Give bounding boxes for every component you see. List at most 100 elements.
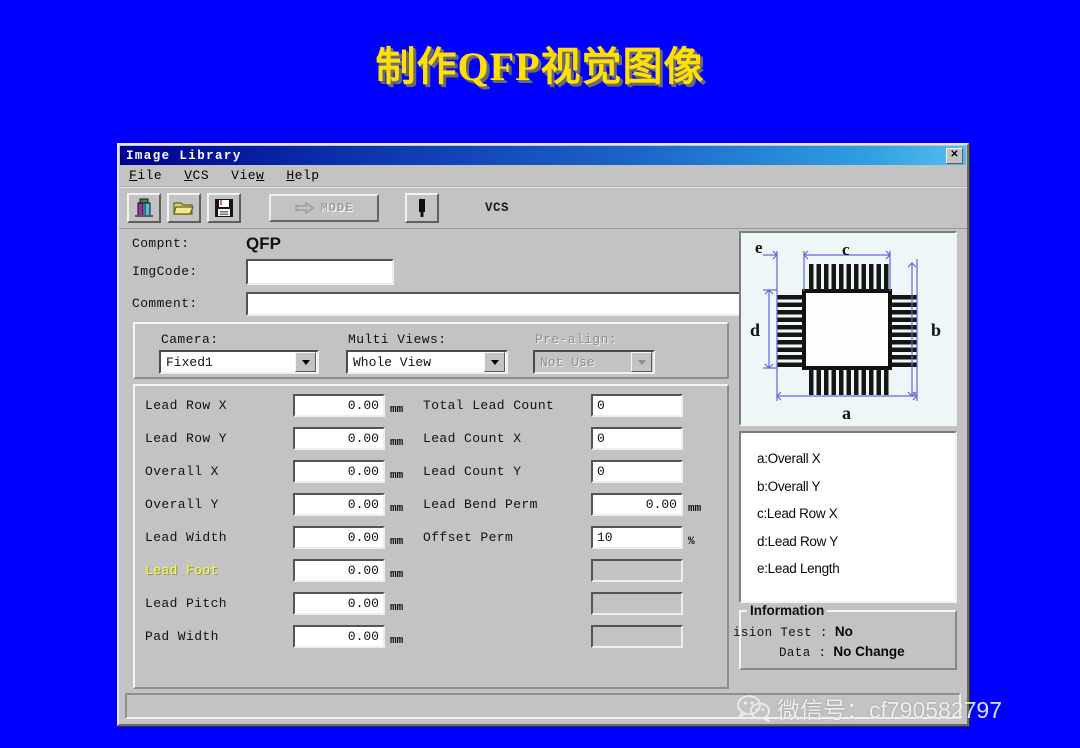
compnt-label: Compnt: <box>132 236 190 251</box>
diagram-marker-c: c <box>842 240 850 259</box>
information-row-vision: ision Test : No <box>733 624 853 640</box>
param-row: Offset Perm 10% <box>423 526 695 549</box>
param-input[interactable]: 0 <box>591 394 683 417</box>
info-key-vision: ision Test : <box>733 626 828 640</box>
save-button[interactable] <box>207 193 241 223</box>
param-input[interactable]: 0 <box>591 460 683 483</box>
prealign-label: Pre-align: <box>535 332 618 347</box>
menu-item-file[interactable]: File <box>129 168 162 183</box>
probe-button[interactable] <box>405 193 439 223</box>
legend-item: e:Lead Length <box>757 561 840 576</box>
information-title: Information <box>747 603 828 618</box>
param-unit: mm <box>688 503 702 515</box>
param-row: Lead Count X 0 <box>423 427 688 450</box>
param-unit: mm <box>390 503 404 515</box>
chevron-down-icon <box>631 352 652 372</box>
close-icon[interactable]: ✕ <box>946 147 963 164</box>
floppy-disk-icon <box>215 199 233 217</box>
new-image-button[interactable] <box>127 193 161 223</box>
param-unit: mm <box>390 536 404 548</box>
mode-button[interactable]: MODE <box>269 194 379 222</box>
param-unit: mm <box>390 635 404 647</box>
param-row: Lead Count Y 0 <box>423 460 688 483</box>
param-input-disabled <box>591 592 683 615</box>
mode-button-label: MODE <box>320 201 354 215</box>
param-label: Lead Pitch <box>145 596 228 611</box>
param-label: Overall X <box>145 464 219 479</box>
qfp-diagram-panel: e c a b d <box>739 231 957 426</box>
param-input[interactable]: 0.00 <box>293 427 385 450</box>
param-input[interactable]: 0.00 <box>293 460 385 483</box>
client-area: Compnt: QFP ImgCode: Comment: Camera: Fi… <box>119 229 967 709</box>
information-group: Information ision Test : No Data : No Ch… <box>733 603 957 670</box>
param-input-disabled <box>591 625 683 648</box>
information-row-data: Data : No Change <box>779 644 905 660</box>
param-label: Lead Row X <box>145 398 228 413</box>
param-input[interactable]: 0 <box>591 427 683 450</box>
param-input[interactable]: 0.00 <box>293 394 385 417</box>
param-row: Lead Foot 0.00 mm <box>145 559 403 582</box>
window-title: Image Library <box>126 148 242 163</box>
image-library-window: Image Library ✕ File VCS View Help MODE … <box>117 143 969 726</box>
prealign-select-value: Not Use <box>540 354 595 370</box>
param-row: Overall X 0.00 mm <box>145 460 403 483</box>
camera-group: Camera: Fixed1 Multi Views: Whole View P… <box>133 322 729 379</box>
param-input[interactable]: 0.00 <box>293 493 385 516</box>
info-key-data: Data : <box>779 646 827 660</box>
param-input[interactable]: 0.00 <box>293 592 385 615</box>
param-label: Offset Perm <box>423 530 514 545</box>
param-label: Lead Width <box>145 530 228 545</box>
param-input[interactable]: 10 <box>591 526 683 549</box>
compnt-row: Compnt: QFP <box>132 231 281 256</box>
menu-item-vcs[interactable]: VCS <box>184 168 209 183</box>
legend-item: a:Overall X <box>757 451 821 466</box>
chip-icon <box>135 198 153 217</box>
comment-label: Comment: <box>132 296 198 311</box>
prealign-select: Not Use <box>533 350 655 374</box>
param-unit: mm <box>390 404 404 416</box>
diagram-marker-b: b <box>931 320 941 340</box>
imgcode-label: ImgCode: <box>132 264 198 279</box>
param-label: Total Lead Count <box>423 398 555 413</box>
comment-input[interactable] <box>246 291 744 316</box>
window-title-bar: Image Library ✕ <box>120 146 966 165</box>
info-value-vision: No <box>834 624 853 639</box>
param-row: Lead Row Y 0.00 mm <box>145 427 403 450</box>
imgcode-input[interactable] <box>246 258 394 285</box>
watermark: 微信号：cf790582797 <box>737 691 1002 725</box>
param-label: Lead Count Y <box>423 464 522 479</box>
menu-vcs-rest: CS <box>192 168 210 183</box>
page-title: 制作QFP视觉图像 <box>375 44 705 89</box>
qfp-package-diagram: e c a b d <box>741 233 955 424</box>
camera-select-value: Fixed1 <box>166 354 213 370</box>
param-row: Lead Bend Perm 0.00 mm <box>423 493 701 516</box>
compnt-value: QFP <box>246 233 281 253</box>
menu-help-rest: elp <box>294 168 320 183</box>
chevron-down-icon[interactable] <box>484 352 505 372</box>
param-input[interactable]: 0.00 <box>293 526 385 549</box>
menu-file-rest: ile <box>137 168 163 183</box>
param-input[interactable]: 0.00 <box>591 493 683 516</box>
param-unit: mm <box>390 569 404 581</box>
multiviews-select[interactable]: Whole View <box>346 350 508 374</box>
param-unit: mm <box>390 437 404 449</box>
chevron-down-icon[interactable] <box>295 352 316 372</box>
param-input[interactable]: 0.00 <box>293 559 385 582</box>
comment-row: Comment: <box>132 291 744 316</box>
param-input[interactable]: 0.00 <box>293 625 385 648</box>
open-button[interactable] <box>167 193 201 223</box>
camera-select[interactable]: Fixed1 <box>159 350 319 374</box>
param-label: Lead Row Y <box>145 431 228 446</box>
param-row: Total Lead Count 0 <box>423 394 688 417</box>
multiviews-label: Multi Views: <box>348 332 447 347</box>
menu-item-view[interactable]: View <box>231 168 264 183</box>
toolbar: MODE VCS <box>119 187 967 229</box>
nozzle-icon <box>419 199 425 217</box>
diagram-marker-e: e <box>755 238 763 257</box>
wechat-icon <box>737 695 771 722</box>
legend-item: b:Overall Y <box>757 478 821 494</box>
menu-item-help[interactable]: Help <box>286 168 319 183</box>
camera-label: Camera: <box>161 332 219 347</box>
param-label: Lead Foot <box>145 563 219 578</box>
param-label: Pad Width <box>145 629 219 644</box>
